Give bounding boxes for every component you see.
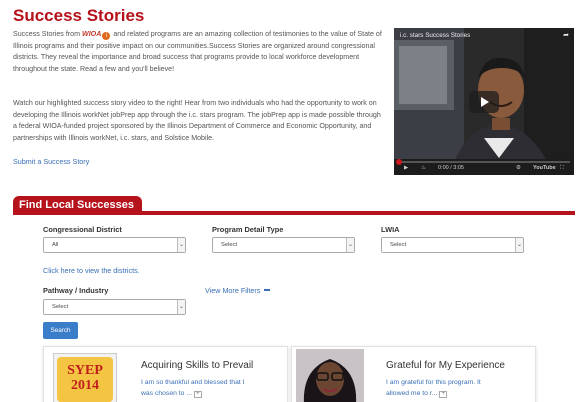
volume-icon[interactable]: ♨ <box>421 165 426 171</box>
expand-button[interactable]: + <box>193 391 202 398</box>
lwia-select[interactable]: Select ⌄ <box>381 237 524 253</box>
info-icon[interactable]: i <box>102 32 111 40</box>
lwia-value: Select <box>390 242 407 248</box>
story-snippet: I am grateful for this program. It allow… <box>386 379 481 398</box>
story-snippet: I am so thankful and blessed that I was … <box>141 379 245 398</box>
program-detail-type-value: Select <box>221 242 238 248</box>
view-more-filters-label: View More Filters <box>205 286 261 295</box>
youtube-logo[interactable]: YouTube <box>533 165 556 171</box>
pathway-industry-label: Pathway / Industry <box>43 286 109 295</box>
view-districts-link[interactable]: Click here to view the districts. <box>43 266 140 275</box>
congressional-district-label: Congressional District <box>43 225 122 234</box>
play-icon[interactable]: ▶ <box>404 165 408 171</box>
story-thumbnail[interactable] <box>296 349 364 402</box>
search-button[interactable]: Search <box>43 322 78 339</box>
fullscreen-icon[interactable]: ⛶ <box>560 165 564 172</box>
video-player[interactable]: i.c. stars Success Stories ➦ ▶ ♨ 0:00 / … <box>394 28 574 175</box>
page-title: Success Stories <box>13 6 145 25</box>
program-detail-type-select[interactable]: Select ⌄ <box>212 237 355 253</box>
wioa-link[interactable]: WIOA <box>82 30 101 38</box>
chevron-down-icon: ⌄ <box>177 238 185 252</box>
pathway-industry-select[interactable]: Select ⌄ <box>43 299 186 315</box>
intro-text-start: Success Stories from <box>13 30 81 38</box>
view-more-filters-link[interactable]: View More Filters <box>205 286 271 295</box>
congressional-district-value: All <box>52 242 59 248</box>
video-progress-bar[interactable] <box>396 159 570 165</box>
minus-icon <box>264 289 271 291</box>
syep-logo-text: SYEP 2014 <box>67 363 103 393</box>
video-controls: ▶ ♨ 0:00 / 3:05 ⚙ YouTube ⛶ <box>394 159 574 175</box>
video-progress-knob[interactable] <box>396 159 402 165</box>
chevron-down-icon: ⌄ <box>515 238 523 252</box>
pathway-industry-value: Select <box>52 304 69 310</box>
share-icon[interactable]: ➦ <box>563 31 569 39</box>
video-time: 0:00 / 3:05 <box>438 165 464 171</box>
play-button[interactable] <box>469 91 499 113</box>
syep-logo: SYEP 2014 <box>57 357 113 402</box>
submit-story-link[interactable]: Submit a Success Story <box>13 157 89 166</box>
video-paragraph: Watch our highlighted success story vide… <box>13 99 381 142</box>
story-thumbnail[interactable]: SYEP 2014 <box>53 353 117 402</box>
video-title[interactable]: i.c. stars Success Stories <box>400 32 470 39</box>
chevron-down-icon: ⌄ <box>177 300 185 314</box>
story-title[interactable]: Acquiring Skills to Prevail <box>141 360 253 371</box>
lwia-label: LWIA <box>381 225 400 234</box>
chevron-down-icon: ⌄ <box>346 238 354 252</box>
settings-icon[interactable]: ⚙ <box>516 165 521 171</box>
congressional-district-select[interactable]: All ⌄ <box>43 237 186 253</box>
program-detail-type-label: Program Detail Type <box>212 225 284 234</box>
intro-paragraph: Success Stories from WIOA i and related p… <box>13 29 385 75</box>
expand-button[interactable]: + <box>439 391 448 398</box>
story-title[interactable]: Grateful for My Experience <box>386 360 505 371</box>
find-local-successes-heading: Find Local Successes <box>13 196 142 215</box>
